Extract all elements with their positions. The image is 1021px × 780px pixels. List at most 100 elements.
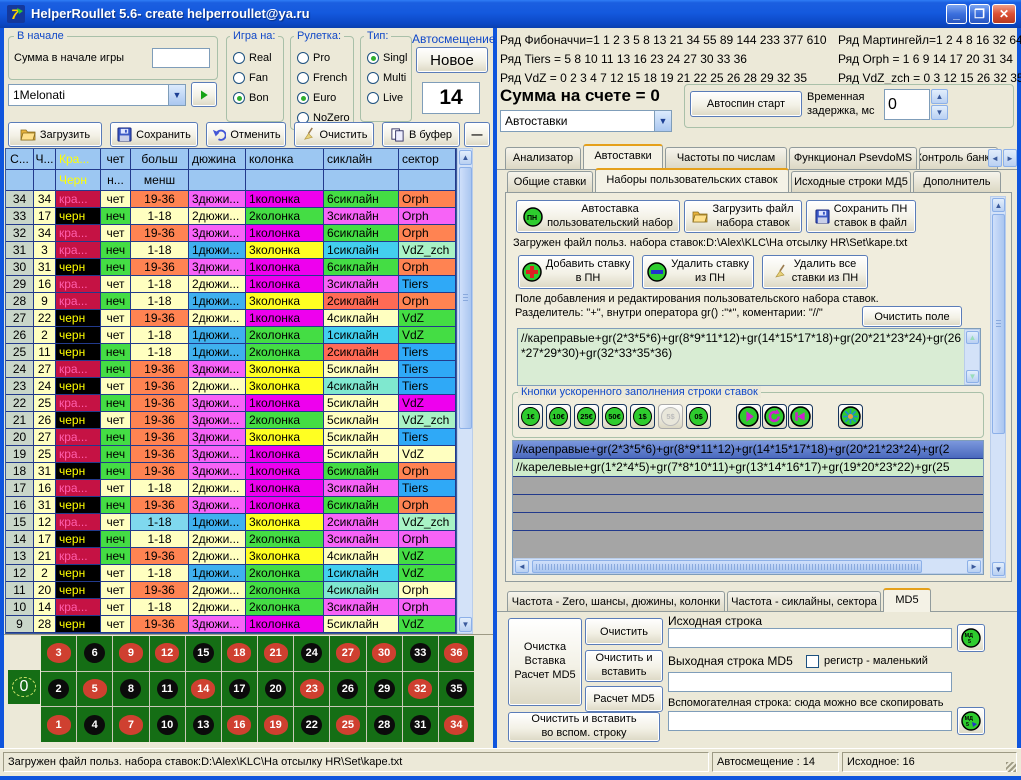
back-button[interactable]	[788, 404, 813, 429]
table-row[interactable]: 3234кра...чет19-363дюжи...1колонка6сикла…	[6, 225, 456, 242]
board-cell-35[interactable]: 35	[439, 672, 474, 707]
board-cell-2[interactable]: 2	[41, 672, 76, 707]
add-bet-button[interactable]: Добавить ставку в ПН	[518, 255, 634, 289]
redo-button[interactable]	[762, 404, 787, 429]
page-scrollbar[interactable]: ▲ ▼	[990, 196, 1006, 578]
load-set-file-button[interactable]: Загрузить файл набора ставок	[684, 200, 802, 233]
chip-0usd-button[interactable]: 0$	[686, 404, 711, 429]
table-row[interactable]: 313кра...неч1-181дюжи...3колонка1сиклайн…	[6, 242, 456, 259]
board-cell-6[interactable]: 6	[77, 636, 112, 671]
board-cell-32[interactable]: 32	[403, 672, 438, 707]
board-cell-27[interactable]: 27	[330, 636, 365, 671]
chip-25eur-button[interactable]: 25€	[574, 404, 599, 429]
board-cell-25[interactable]: 25	[330, 707, 365, 742]
toolbar-disk-button[interactable]: Сохранить	[110, 122, 198, 147]
table-row[interactable]: 1631черннеч19-363дюжи...1колонка6сиклайн…	[6, 497, 456, 514]
radio-option-fan[interactable]: Fan	[233, 69, 283, 87]
radio-option-french[interactable]: French	[297, 69, 353, 87]
board-cell-4[interactable]: 4	[77, 707, 112, 742]
board-cell-23[interactable]: 23	[294, 672, 329, 707]
numbers-star-button[interactable]	[838, 404, 863, 429]
board-cell-19[interactable]: 19	[258, 707, 293, 742]
scroll-down-icon[interactable]: ▼	[966, 370, 979, 383]
toolbar-copy-button[interactable]: В буфер	[382, 122, 460, 147]
table-row[interactable]: 3031черннеч19-363дюжи...1колонка6сиклайн…	[6, 259, 456, 276]
table-row[interactable]: 928чернчет19-363дюжи...1колонка5сиклайнV…	[6, 616, 456, 633]
table-row[interactable]: 1014кра...чет1-182дюжи...2колонка3сиклай…	[6, 599, 456, 616]
start-sum-input[interactable]	[152, 48, 210, 68]
run-preset-button[interactable]	[191, 82, 217, 107]
table-row[interactable]: 1925кра...неч19-363дюжи...1колонка5сикла…	[6, 446, 456, 463]
tab-исходные-строки-мд5[interactable]: Исходные строки МД5	[791, 171, 911, 192]
empty-row[interactable]	[513, 477, 983, 495]
md5-clear-paste-button[interactable]: Очистить и вставить	[585, 650, 663, 682]
board-cell-11[interactable]: 11	[150, 672, 185, 707]
bet-editor-textarea[interactable]: //кареправые+gr(2*3*5*6)+gr(8*9*11*12)+g…	[517, 328, 981, 386]
board-cell-26[interactable]: 26	[330, 672, 365, 707]
log-scrollbar[interactable]: ▲ ▼	[457, 148, 473, 634]
md5-big-button[interactable]: Очистка Вставка Расчет MD5	[508, 618, 582, 706]
delete-bet-button[interactable]: Удалить ставку из ПН	[642, 255, 754, 289]
board-cell-31[interactable]: 31	[403, 707, 438, 742]
board-cell-18[interactable]: 18	[222, 636, 257, 671]
tab-наборы-пользовательских-ставок[interactable]: Наборы пользовательских ставок	[595, 168, 789, 192]
table-row[interactable]: 3434кра...чет19-363дюжи...1колонка6сикла…	[6, 191, 456, 208]
scroll-up-icon[interactable]: ▲	[992, 198, 1005, 212]
board-cell-14[interactable]: 14	[186, 672, 221, 707]
spin-down-icon[interactable]: ▼	[931, 105, 948, 120]
table-row[interactable]: 1716кра...чет1-182дюжи...1колонка3сиклай…	[6, 480, 456, 497]
board-cell-8[interactable]: 8	[113, 672, 148, 707]
lowercase-checkbox[interactable]	[806, 655, 819, 668]
chip-50eur-button[interactable]: 50€	[602, 404, 627, 429]
preset-combobox[interactable]: 1Melonati ▼	[8, 84, 186, 106]
spin-log-table[interactable]: С...Ч...Кра...четбольшдюжинаколонкасикла…	[5, 148, 457, 634]
delete-all-bets-button[interactable]: Удалить все ставки из ПН	[762, 255, 868, 289]
table-row[interactable]: 1321кра...неч19-362дюжи...3колонка4сикла…	[6, 548, 456, 565]
md5-run-button[interactable]: МД5	[957, 624, 985, 652]
board-cell-22[interactable]: 22	[294, 707, 329, 742]
table-row[interactable]: 2916кра...чет1-182дюжи...1колонка3сиклай…	[6, 276, 456, 293]
board-cell-17[interactable]: 17	[222, 672, 257, 707]
toolbar-undo-button[interactable]: Отменить	[206, 122, 286, 147]
delay-input[interactable]: 0	[884, 89, 930, 120]
table-row[interactable]: 2427кра...неч19-363дюжи...3колонка5сикла…	[6, 361, 456, 378]
list-h-scrollbar[interactable]: ◄ ►	[513, 558, 983, 574]
tab-частоты-по-числам[interactable]: Частоты по числам	[665, 147, 787, 169]
radio-option-real[interactable]: Real	[233, 49, 283, 67]
spin-up-icon[interactable]: ▲	[931, 89, 948, 104]
table-row[interactable]: 1417черннеч1-182дюжи...2колонка3сиклайнO…	[6, 531, 456, 548]
table-row[interactable]: 2126чернчет19-363дюжи...2колонка5сиклайн…	[6, 412, 456, 429]
auto-user-set-button[interactable]: ПН Автоставка пользовательский набор	[516, 200, 680, 233]
table-row[interactable]: 3317черннеч1-182дюжи...2колонка3сиклайнO…	[6, 208, 456, 225]
board-cell-21[interactable]: 21	[258, 636, 293, 671]
collapse-button[interactable]: —	[464, 122, 490, 147]
radio-option-euro[interactable]: Euro	[297, 89, 353, 107]
tab-автоставки[interactable]: Автоставки	[583, 144, 663, 169]
tab-md5[interactable]: MD5	[883, 588, 931, 612]
tabs-scroll-right-icon[interactable]: ►	[1003, 149, 1017, 167]
clear-field-button[interactable]: Очистить поле	[862, 306, 962, 327]
toolbar-folder-open-button[interactable]: Загрузить	[8, 122, 102, 147]
chip-10eur-button[interactable]: 10€	[546, 404, 571, 429]
table-row[interactable]: 2324чернчет19-362дюжи...3колонка4сиклайн…	[6, 378, 456, 395]
tab-дополнитель[interactable]: Дополнитель	[913, 171, 1001, 192]
board-cell-13[interactable]: 13	[186, 707, 221, 742]
chip-1eur-button[interactable]: 1€	[518, 404, 543, 429]
table-row[interactable]: 2027кра...неч19-363дюжи...3колонка5сикла…	[6, 429, 456, 446]
tab-частота-сиклайны-сектора[interactable]: Частота - сиклайны, сектора	[727, 591, 881, 612]
table-row[interactable]: 2511черннеч1-181дюжи...2колонка2сиклайнT…	[6, 344, 456, 361]
scroll-down-icon[interactable]: ▼	[459, 617, 472, 632]
page-scrollbar-thumb[interactable]	[992, 214, 1005, 434]
tab-анализатор[interactable]: Анализатор	[505, 147, 581, 169]
empty-row[interactable]	[513, 495, 983, 513]
md5-source-input[interactable]	[668, 628, 952, 648]
bet-sets-listbox[interactable]: //кареправые+gr(2*3*5*6)+gr(8*9*11*12)+g…	[512, 440, 984, 575]
table-row[interactable]: 1831черннеч19-363дюжи...1колонка6сиклайн…	[6, 463, 456, 480]
radio-option-multi[interactable]: Multi	[367, 69, 411, 87]
board-cell-30[interactable]: 30	[367, 636, 402, 671]
board-cell-5[interactable]: 5	[77, 672, 112, 707]
board-cell-15[interactable]: 15	[186, 636, 221, 671]
tab-контроль-банкро[interactable]: Контроль банкро	[919, 147, 998, 169]
md5-output-input[interactable]	[668, 672, 952, 692]
chevron-down-icon[interactable]: ▼	[654, 111, 671, 131]
